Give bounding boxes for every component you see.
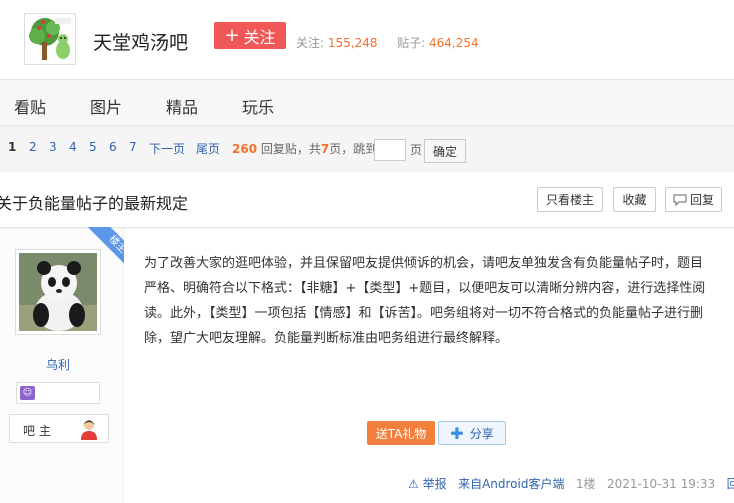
reply-button[interactable]: 回复: [665, 187, 722, 212]
last-page-link[interactable]: 尾页: [196, 140, 220, 157]
member-badge[interactable]: ☺: [16, 382, 100, 404]
page-5[interactable]: 5: [89, 140, 97, 154]
pager: 1 2 3 4 5 6 7 下一页 尾页 260 回复贴，共7页，跳到 页 确定: [0, 127, 734, 171]
follow-plus-icon: +: [224, 25, 240, 46]
pages-suffix: 页，跳到: [329, 142, 378, 156]
thread-title-bar: 关于负能量帖子的最新规定 只看楼主 收藏 回复: [0, 172, 734, 228]
owner-label: 吧主: [23, 424, 56, 438]
forum-stats: 关注: 155,248 贴子: 464,254: [296, 34, 479, 51]
page-1: 1: [8, 140, 17, 154]
author-tag: 楼主: [86, 227, 124, 273]
next-page-link[interactable]: 下一页: [149, 140, 185, 157]
page-6[interactable]: 6: [109, 140, 117, 154]
posts-label: 贴子:: [397, 36, 426, 50]
tab-fun[interactable]: 玩乐: [242, 94, 274, 118]
followers-label: 关注:: [296, 36, 325, 50]
reply-suffix: 回复贴，共: [260, 142, 321, 156]
warning-icon: ⚠: [408, 477, 419, 491]
forum-header: 天堂鸡汤吧 + 关注 关注: 155,248 贴子: 464,254: [0, 0, 734, 80]
floor-number: 1楼: [575, 477, 596, 491]
confirm-button[interactable]: 确定: [424, 139, 466, 163]
post-content: 为了改善大家的逛吧体验，并且保留吧友提供倾诉的机会，请吧友单独发含有负能量帖子时…: [144, 256, 706, 346]
post-meta: ⚠ 举报 来自Android客户端 1楼 2021-10-31 19:33 回复: [408, 475, 734, 492]
username[interactable]: 乌利: [0, 356, 116, 373]
forum-nav: 看贴 图片 精品 玩乐: [0, 80, 734, 126]
only-owner-button[interactable]: 只看楼主: [537, 187, 603, 212]
reply-info: 260 回复贴，共7页，跳到: [232, 140, 377, 157]
plus-icon: ✚: [450, 423, 464, 443]
owner-avatar-icon: [81, 420, 97, 440]
tab-featured[interactable]: 精品: [166, 94, 198, 118]
page-2[interactable]: 2: [29, 140, 37, 154]
follow-button[interactable]: + 关注: [214, 22, 286, 49]
collect-button[interactable]: 收藏: [613, 187, 656, 212]
author-ribbon: 楼主: [78, 227, 124, 273]
tab-posts[interactable]: 看贴: [14, 94, 46, 118]
send-gift-button[interactable]: 送TA礼物: [367, 421, 435, 445]
post-floor-1: 楼主 乌利 ☺ 吧主 为了改善大家的逛吧体验，并且保留吧友提供倾诉的机会，请吧友…: [0, 227, 734, 503]
posts-count: 464,254: [429, 36, 479, 50]
jump-page-input[interactable]: [374, 139, 406, 161]
post-reply-link[interactable]: 回复: [727, 477, 734, 491]
tab-images[interactable]: 图片: [90, 94, 122, 118]
member-badge-icon: ☺: [20, 386, 35, 400]
reply-count: 260: [232, 142, 258, 156]
tree-logo-icon: [25, 14, 75, 64]
share-label: 分享: [469, 426, 494, 441]
forum-logo[interactable]: [24, 13, 76, 65]
thread-title: 关于负能量帖子的最新规定: [0, 194, 189, 213]
follow-label: 关注: [243, 27, 276, 47]
owner-badge[interactable]: 吧主: [9, 414, 109, 443]
reply-button-label: 回复: [689, 193, 714, 207]
page-7[interactable]: 7: [129, 140, 137, 154]
page-unit: 页: [410, 143, 423, 157]
post-timestamp: 2021-10-31 19:33: [607, 477, 716, 491]
followers-count: 155,248: [327, 36, 378, 50]
source-client[interactable]: 来自Android客户端: [458, 477, 564, 491]
share-button[interactable]: ✚ 分享: [438, 421, 506, 445]
forum-name[interactable]: 天堂鸡汤吧: [93, 28, 188, 55]
page-3[interactable]: 3: [49, 140, 57, 154]
total-pages: 7: [320, 142, 330, 156]
author-panel: 楼主 乌利 ☺ 吧主: [0, 227, 124, 503]
report-link[interactable]: 举报: [423, 477, 447, 491]
comment-icon: [673, 194, 687, 206]
page-4[interactable]: 4: [69, 140, 77, 154]
